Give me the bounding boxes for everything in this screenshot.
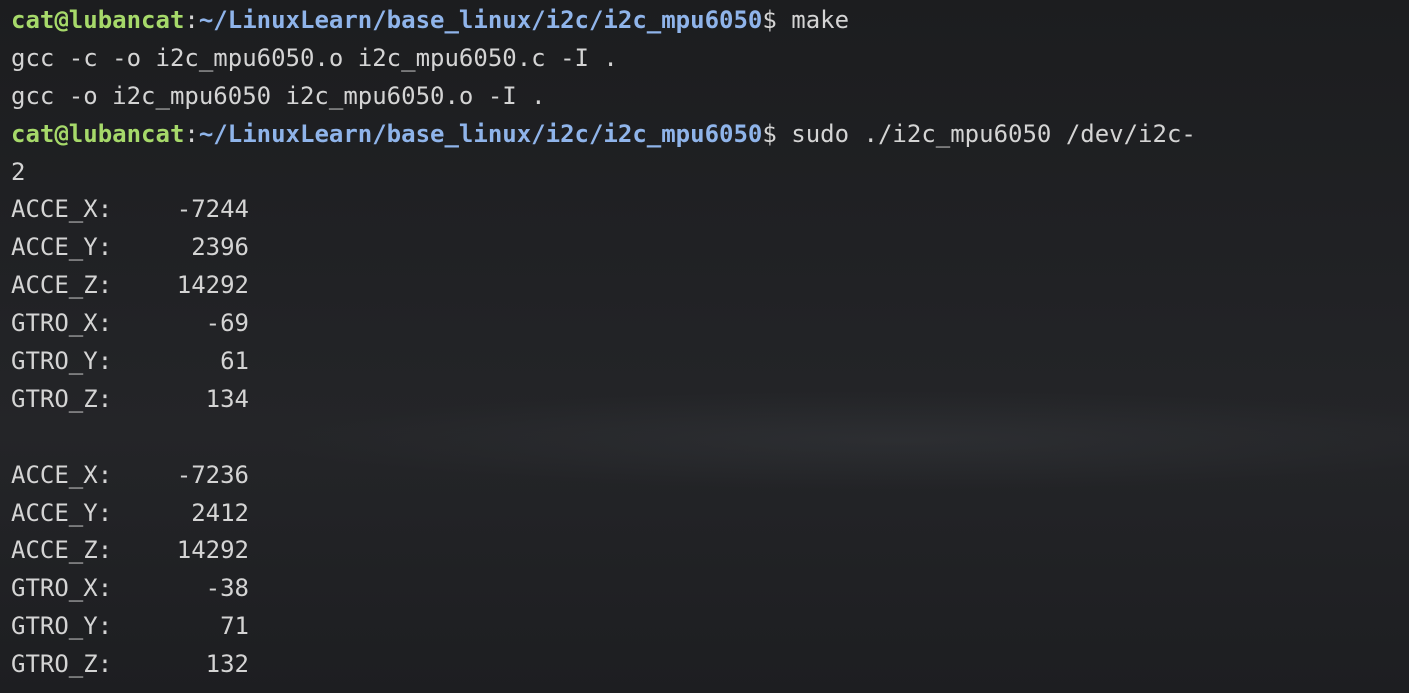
reading-value: -7244 bbox=[176, 195, 249, 224]
reading-row: GTRO_Z: 134 bbox=[11, 381, 1409, 419]
reading-row: ACCE_X: -7244 bbox=[11, 191, 1409, 229]
reading-block-2: ACCE_X: -7236 ACCE_Y: 2412 ACCE_Z: 14292 GT… bbox=[11, 457, 1409, 684]
reading-row: ACCE_Z: 14292 bbox=[11, 267, 1409, 305]
reading-row: GTRO_X: -69 bbox=[11, 305, 1409, 343]
command-make: make bbox=[776, 6, 850, 34]
reading-label: ACCE_Z: bbox=[11, 536, 113, 565]
reading-label: ACCE_Y: bbox=[11, 233, 113, 262]
reading-row: GTRO_Z: 132 bbox=[11, 646, 1409, 684]
reading-value: -38 bbox=[205, 574, 249, 603]
reading-label: ACCE_X: bbox=[11, 195, 113, 224]
prompt-user-host: cat@lubancat bbox=[11, 119, 185, 148]
prompt-colon: : bbox=[184, 6, 199, 34]
build-output-line: gcc -o i2c_mpu6050 i2c_mpu6050.o -I . bbox=[11, 81, 546, 110]
reading-row: GTRO_X: -38 bbox=[11, 570, 1409, 608]
reading-value: 61 bbox=[220, 347, 249, 376]
reading-label: GTRO_Y: bbox=[11, 347, 113, 376]
prompt-line-make: cat@lubancat:~/LinuxLearn/base_linux/i2c… bbox=[11, 2, 1409, 40]
reading-row: ACCE_Y: 2412 bbox=[11, 495, 1409, 533]
reading-value: -7236 bbox=[176, 460, 249, 489]
reading-row: ACCE_X: -7236 bbox=[11, 457, 1409, 495]
reading-label: ACCE_X: bbox=[11, 460, 113, 489]
reading-label: GTRO_Z: bbox=[11, 384, 113, 413]
wrapped-command-continuation: 2 bbox=[11, 157, 26, 186]
reading-value: 134 bbox=[205, 384, 249, 413]
reading-row: GTRO_Y: 61 bbox=[11, 343, 1409, 381]
reading-label: GTRO_Z: bbox=[11, 650, 113, 679]
reading-row: ACCE_Y: 2396 bbox=[11, 229, 1409, 267]
reading-value: 2412 bbox=[191, 498, 249, 527]
reading-label: GTRO_X: bbox=[11, 574, 113, 603]
terminal-window[interactable]: cat@lubancat:~/LinuxLearn/base_linux/i2c… bbox=[0, 0, 1409, 693]
build-output-line: gcc -c -o i2c_mpu6050.o i2c_mpu6050.c -I… bbox=[11, 43, 618, 72]
reading-block-1: ACCE_X: -7244 ACCE_Y: 2396 ACCE_Z: 14292 GT… bbox=[11, 191, 1409, 418]
reading-label: ACCE_Y: bbox=[11, 498, 113, 527]
reading-value: -69 bbox=[205, 309, 249, 338]
prompt-dollar: $ bbox=[762, 6, 777, 34]
prompt-user-host: cat@lubancat bbox=[11, 6, 185, 34]
reading-value: 71 bbox=[220, 612, 249, 641]
reading-label: GTRO_X: bbox=[11, 309, 113, 338]
prompt-line-run: cat@lubancat:~/LinuxLearn/base_linux/i2c… bbox=[11, 116, 1409, 154]
prompt-colon: : bbox=[184, 119, 199, 148]
prompt-path: ~/LinuxLearn/base_linux/i2c/i2c_mpu6050 bbox=[198, 119, 763, 148]
reading-value: 2396 bbox=[191, 233, 249, 262]
reading-value: 14292 bbox=[176, 271, 249, 300]
reading-value: 132 bbox=[205, 650, 249, 679]
prompt-path: ~/LinuxLearn/base_linux/i2c/i2c_mpu6050 bbox=[198, 6, 763, 34]
prompt-dollar: $ bbox=[762, 119, 777, 148]
reading-label: GTRO_Y: bbox=[11, 612, 113, 641]
reading-value: 14292 bbox=[176, 536, 249, 565]
command-run: sudo ./i2c_mpu6050 /dev/i2c- bbox=[776, 119, 1196, 148]
reading-label: ACCE_Z: bbox=[11, 271, 113, 300]
reading-row: ACCE_Z: 14292 bbox=[11, 532, 1409, 570]
reading-row: GTRO_Y: 71 bbox=[11, 608, 1409, 646]
